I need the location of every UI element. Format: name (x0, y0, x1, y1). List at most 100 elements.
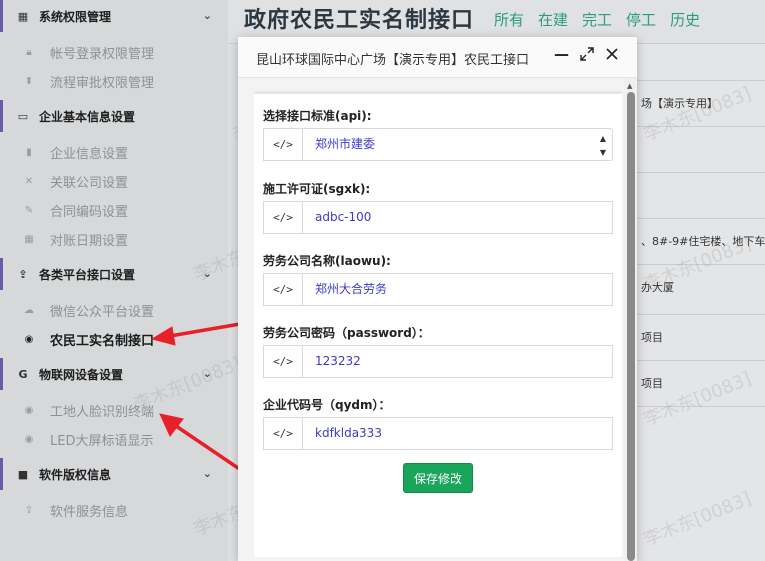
sidebar-item-label: 帐号登录权限管理 (50, 46, 155, 62)
tab-stopped[interactable]: 停工 (626, 9, 656, 30)
tab-all[interactable]: 所有 (494, 9, 524, 30)
code-icon: </> (263, 417, 303, 450)
tools-icon: ✕ (24, 175, 34, 187)
labor-company-password-input[interactable]: 123232 (302, 345, 613, 378)
wechat-icon: ☁ (24, 304, 34, 316)
sidebar-item-account-login-permissions[interactable]: 🔒︎ 帐号登录权限管理 (0, 38, 228, 66)
tab-completed[interactable]: 完工 (582, 9, 612, 30)
sidebar-section-label: 系统权限管理 (39, 9, 112, 24)
sidebar-item-contract-code[interactable]: ✎ 合同编码设置 (0, 196, 228, 224)
sidebar-section-software-copyright[interactable]: ■ 软件版权信息 ⌄ (0, 458, 228, 490)
table-row[interactable]: 项目 (627, 314, 765, 360)
table-icon: ▦ (17, 9, 29, 23)
table-row[interactable]: 、8#-9#住宅楼、地下车 (627, 218, 765, 264)
code-icon: </> (263, 345, 303, 378)
sidebar-section-iot-devices[interactable]: G 物联网设备设置 ⌄ (0, 358, 228, 390)
sidebar-section-label: 企业基本信息设置 (39, 109, 136, 124)
labor-company-password-label: 劳务公司密码（password）： (263, 326, 430, 340)
scroll-up-icon[interactable]: ▲ (627, 82, 632, 90)
sort-icon: ⬍ (24, 75, 34, 87)
page-title: 政府农民工实名制接口 (244, 8, 475, 33)
user-circle-icon: ◉ (24, 404, 34, 416)
chevron-down-icon: ⌄ (202, 367, 212, 380)
user-circle-icon: ◉ (24, 433, 34, 445)
scrollbar-thumb[interactable] (627, 92, 635, 561)
sidebar: ▦ 系统权限管理 ⌄ 🔒︎ 帐号登录权限管理 ⬍ 流程审批权限管理 ▭ 企业基本… (0, 0, 228, 561)
code-icon: </> (263, 201, 303, 234)
construction-permit-label: 施工许可证(sgxk): (263, 182, 371, 196)
sidebar-item-label: 工地人脸识别终端 (50, 404, 155, 420)
sidebar-item-face-recognition[interactable]: ◉ 工地人脸识别终端 (0, 396, 228, 424)
calendar-icon: ▦ (24, 233, 34, 245)
settings-form: 选择接口标准(api): </> 郑州市建委 ▲ ▼ 施工许可证(sgxk): <… (254, 91, 622, 557)
id-card-icon: ▭ (17, 109, 29, 123)
sidebar-section-permissions[interactable]: ▦ 系统权限管理 ⌄ (0, 0, 228, 32)
upload-icon: ⇪ (24, 504, 34, 516)
sidebar-item-approval-permissions[interactable]: ⬍ 流程审批权限管理 (0, 67, 228, 95)
code-icon: </> (263, 128, 303, 161)
modal-header: 昆山环球国际中心广场【演示专用】农民工接口 — (238, 37, 637, 78)
sidebar-section-platform-interfaces[interactable]: ⇪ 各类平台接口设置 ⌄ (0, 258, 228, 290)
minimize-icon[interactable]: — (554, 45, 569, 63)
table-row[interactable] (627, 406, 765, 452)
edit-icon: ✎ (24, 204, 34, 216)
enterprise-code-label: 企业代码号（qydm）： (263, 398, 391, 412)
table-row[interactable]: 办大厦 (627, 264, 765, 310)
sidebar-item-label: 合同编码设置 (50, 204, 129, 220)
maximize-icon[interactable] (579, 46, 595, 66)
labor-company-name-label: 劳务公司名称(laowu): (263, 254, 391, 268)
sidebar-section-label: 物联网设备设置 (39, 367, 124, 382)
labor-company-password-group: </> 123232 (263, 345, 613, 378)
construction-permit-group: </> adbc-100 (263, 201, 613, 234)
status-tabs: 所有 在建 完工 停工 历史 (494, 9, 700, 30)
api-standard-select[interactable]: 郑州市建委 ▲ ▼ (302, 128, 613, 161)
table-row[interactable]: 项目 (627, 360, 765, 406)
labor-company-name-input[interactable]: 郑州大合劳务 (302, 273, 613, 306)
tab-history[interactable]: 历史 (670, 9, 700, 30)
sidebar-item-label: 软件服务信息 (50, 504, 129, 520)
upload-icon: ⇪ (18, 267, 28, 281)
select-caret-icon: ▲ ▼ (599, 134, 606, 157)
table-row[interactable]: 场【演示专用】 (627, 80, 765, 126)
sidebar-item-label: LED大屏标语显示 (50, 433, 154, 449)
registered-icon: ■ (17, 467, 29, 481)
modal-scrollbar[interactable]: ▲ (624, 78, 637, 561)
sidebar-section-label: 各类平台接口设置 (39, 267, 136, 282)
chevron-down-icon: ⌄ (202, 267, 212, 280)
modal-body: 选择接口标准(api): </> 郑州市建委 ▲ ▼ 施工许可证(sgxk): <… (238, 78, 624, 561)
sidebar-item-migrant-worker-interface[interactable]: ◉ 农民工实名制接口 (0, 325, 228, 353)
construction-permit-input[interactable]: adbc-100 (302, 201, 613, 234)
sidebar-item-company-info[interactable]: ▮ 企业信息设置 (0, 138, 228, 166)
api-standard-group: </> 郑州市建委 ▲ ▼ (263, 128, 613, 161)
sidebar-item-label: 农民工实名制接口 (50, 333, 155, 349)
close-icon[interactable] (604, 46, 620, 66)
interface-settings-modal: 昆山环球国际中心广场【演示专用】农民工接口 — 选择接口标准(api): </>… (238, 37, 637, 561)
sidebar-item-label: 微信公众平台设置 (50, 304, 155, 320)
save-button[interactable]: 保存修改 (403, 463, 473, 493)
chevron-down-icon: ⌄ (202, 9, 212, 22)
building-icon: ▮ (26, 146, 32, 158)
labor-company-name-group: </> 郑州大合劳务 (263, 273, 613, 306)
api-standard-value: 郑州市建委 (315, 137, 376, 151)
tab-in-progress[interactable]: 在建 (538, 9, 568, 30)
enterprise-code-group: </> kdfklda333 (263, 417, 613, 450)
sidebar-item-label: 对账日期设置 (50, 233, 129, 249)
sidebar-section-company-info[interactable]: ▭ 企业基本信息设置 (0, 100, 228, 132)
sidebar-item-label: 流程审批权限管理 (50, 75, 155, 91)
sidebar-item-software-service[interactable]: ⇪ 软件服务信息 (0, 496, 228, 524)
google-icon: G (18, 367, 28, 381)
user-circle-icon: ◉ (24, 333, 34, 345)
chevron-down-icon: ⌄ (202, 467, 212, 480)
sidebar-item-label: 企业信息设置 (50, 146, 129, 162)
sidebar-item-related-company[interactable]: ✕ 关联公司设置 (0, 167, 228, 195)
table-row[interactable] (627, 126, 765, 172)
sidebar-item-wechat-settings[interactable]: ☁ 微信公众平台设置 (0, 296, 228, 324)
lock-icon: 🔒︎ (26, 46, 32, 58)
table-row[interactable] (627, 172, 765, 218)
code-icon: </> (263, 273, 303, 306)
sidebar-item-label: 关联公司设置 (50, 175, 129, 191)
enterprise-code-input[interactable]: kdfklda333 (302, 417, 613, 450)
sidebar-item-reconcile-date[interactable]: ▦ 对账日期设置 (0, 225, 228, 253)
sidebar-item-led-display[interactable]: ◉ LED大屏标语显示 (0, 425, 228, 453)
modal-title: 昆山环球国际中心广场【演示专用】农民工接口 (256, 53, 530, 68)
